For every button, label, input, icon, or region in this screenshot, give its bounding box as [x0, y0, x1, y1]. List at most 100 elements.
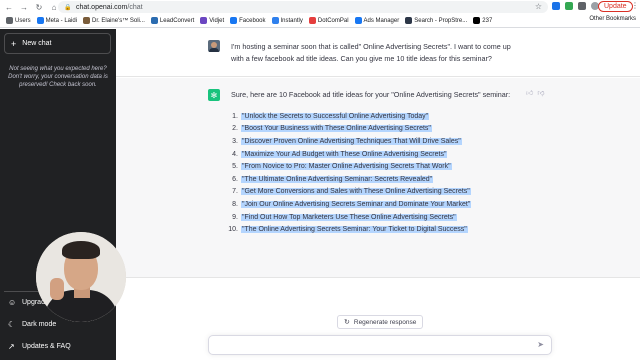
list-item-number: 2.: [232, 125, 238, 133]
list-item: 10. "The Online Advertising Secrets Semin…: [224, 223, 524, 236]
browser-toolbar: ← → ↻ ⌂ 🔒 chat.openai.com/chat ☆ Update …: [0, 0, 640, 14]
address-bar[interactable]: 🔒 chat.openai.com/chat ☆: [58, 1, 548, 13]
ad-title-text: "Boost Your Business with These Online A…: [241, 125, 432, 133]
ad-title-text: "Discover Proven Online Advertising Tech…: [241, 137, 462, 145]
list-item: 7. "Get More Conversions and Sales with T…: [224, 186, 524, 199]
ad-title-text: "Find Out How Top Marketers Use These On…: [241, 213, 457, 221]
list-item-number: 8.: [232, 200, 238, 208]
thumbs-up-icon[interactable]: 👍︎: [526, 88, 533, 97]
bookmark-favicon-icon: [308, 17, 316, 24]
url-domain: chat.openai.com: [76, 3, 128, 11]
bookmark-item[interactable]: Facebook: [230, 17, 266, 24]
browser-menu-icon[interactable]: ⋮: [631, 1, 639, 10]
bookmark-favicon-icon: [150, 17, 158, 24]
list-item: 5. "From Novice to Pro: Master Online Adv…: [224, 160, 524, 173]
ad-title-text: "The Ultimate Online Advertising Seminar…: [241, 175, 434, 183]
webcam-overlay: [36, 232, 126, 322]
list-item-number: 7.: [232, 188, 238, 196]
user-icon: ☺: [8, 297, 17, 307]
bookmark-label: Users: [15, 17, 31, 24]
list-item-number: 4.: [232, 150, 238, 158]
bookmark-favicon-icon: [354, 17, 362, 24]
bookmarks-bar: Users Meta - Laidi Dr. Elaine's™ Soli... Le…: [0, 14, 640, 28]
sidebar-item-updates-faq[interactable]: ↗ Updates & FAQ: [8, 338, 108, 354]
sidebar-item-label: Updates & FAQ: [22, 342, 71, 350]
bookmark-label: Vidjet: [209, 17, 225, 24]
forward-arrow-icon[interactable]: →: [18, 1, 30, 13]
bookmark-label: Meta - Laidi: [45, 17, 78, 24]
regenerate-response-button[interactable]: ↻ Regenerate response: [337, 315, 424, 329]
openai-logo-icon: ✻: [208, 89, 220, 101]
ad-title-text: "From Novice to Pro: Master Online Adver…: [241, 163, 452, 171]
bookmark-item[interactable]: Meta - Laidi: [36, 17, 78, 24]
assistant-message: ✻ Sure, here are 10 Facebook ad title id…: [116, 78, 640, 278]
list-item-number: 6.: [232, 175, 238, 183]
extensions-bar: [552, 2, 599, 10]
bookmark-item[interactable]: Ads Manager: [354, 17, 399, 24]
ad-title-text: "Unlock the Secrets to Successful Online…: [241, 112, 430, 120]
bookmark-label: 237: [482, 17, 493, 24]
regenerate-label: Regenerate response: [353, 318, 417, 326]
bookmark-favicon-icon: [473, 17, 481, 24]
back-arrow-icon[interactable]: ←: [3, 1, 15, 13]
bookmark-favicon-icon: [405, 17, 413, 24]
user-message-text: I'm hosting a seminar soon that is calle…: [231, 42, 511, 63]
extensions-puzzle-icon[interactable]: [578, 2, 586, 10]
user-message: I'm hosting a seminar soon that is calle…: [116, 29, 640, 77]
moon-icon: ☾: [8, 319, 16, 329]
ad-title-text: "The Online Advertising Secrets Seminar:…: [241, 226, 468, 234]
chat-main: I'm hosting a seminar soon that is calle…: [116, 29, 640, 360]
bookmark-favicon-icon: [6, 17, 13, 24]
external-link-icon: ↗: [8, 341, 15, 351]
list-item: 4. "Maximize Your Ad Budget with These On…: [224, 148, 524, 161]
bookmark-item[interactable]: DotComPal: [308, 17, 349, 24]
bookmark-label: Search - PropStre...: [414, 17, 468, 24]
bookmark-item[interactable]: Vidjet: [200, 17, 224, 24]
list-item: 8. "Join Our Online Advertising Secrets S…: [224, 198, 524, 211]
plus-icon: +: [11, 38, 17, 49]
message-input[interactable]: ➤: [208, 335, 552, 355]
extension-icon[interactable]: [552, 2, 560, 10]
list-item: 6. "The Ultimate Online Advertising Semin…: [224, 173, 524, 186]
sidebar-notice: Not seeing what you expected here? Don't…: [8, 66, 108, 88]
new-chat-button[interactable]: + New chat: [4, 33, 111, 54]
assistant-intro-text: Sure, here are 10 Facebook ad title idea…: [231, 90, 511, 99]
refresh-icon: ↻: [344, 319, 350, 326]
bookmark-item[interactable]: LeadConvert: [150, 17, 195, 24]
other-bookmarks[interactable]: Other Bookmarks: [589, 16, 636, 22]
bookmark-favicon-icon: [230, 17, 238, 24]
bookmark-item[interactable]: 237: [473, 17, 492, 24]
list-item-number: 3.: [232, 137, 238, 145]
bookmark-label: LeadConvert: [159, 17, 195, 24]
list-item: 1. "Unlock the Secrets to Successful Onli…: [224, 110, 524, 123]
new-chat-label: New chat: [22, 40, 52, 47]
bookmark-label: Facebook: [239, 17, 266, 24]
reload-icon[interactable]: ↻: [33, 1, 45, 13]
list-item: 9. "Find Out How Top Marketers Use These …: [224, 211, 524, 224]
bookmark-favicon-icon: [271, 17, 279, 24]
ad-title-text: "Join Our Online Advertising Secrets Sem…: [241, 200, 472, 208]
send-icon[interactable]: ➤: [537, 340, 544, 349]
bookmark-label: Instantly: [280, 17, 303, 24]
extension-icon[interactable]: [565, 2, 573, 10]
bookmark-item[interactable]: Search - PropStre...: [405, 17, 467, 24]
bookmark-label: Dr. Elaine's™ Soli...: [92, 17, 145, 24]
bookmark-favicon-icon: [36, 17, 44, 24]
bookmark-favicon-icon: [200, 17, 208, 24]
list-item-number: 9.: [232, 213, 238, 221]
list-item: 3. "Discover Proven Online Advertising Te…: [224, 135, 524, 148]
ad-title-text: "Get More Conversions and Sales with The…: [241, 188, 471, 196]
bookmark-item[interactable]: Dr. Elaine's™ Soli...: [83, 17, 145, 24]
update-button[interactable]: Update: [598, 1, 633, 12]
bookmark-item[interactable]: Users: [6, 17, 31, 24]
bookmark-favicon-icon: [83, 17, 91, 24]
list-item-number: 5.: [232, 163, 238, 171]
ad-title-list: 1. "Unlock the Secrets to Successful Onli…: [224, 110, 524, 236]
list-item: 2. "Boost Your Business with These Online…: [224, 123, 524, 136]
feedback-buttons: 👍︎ 👎︎: [526, 88, 544, 97]
thumbs-down-icon[interactable]: 👎︎: [537, 88, 544, 97]
bookmark-star-icon[interactable]: ☆: [535, 2, 542, 11]
lock-icon: 🔒: [64, 5, 72, 11]
avatar: [208, 40, 220, 52]
bookmark-item[interactable]: Instantly: [271, 17, 303, 24]
